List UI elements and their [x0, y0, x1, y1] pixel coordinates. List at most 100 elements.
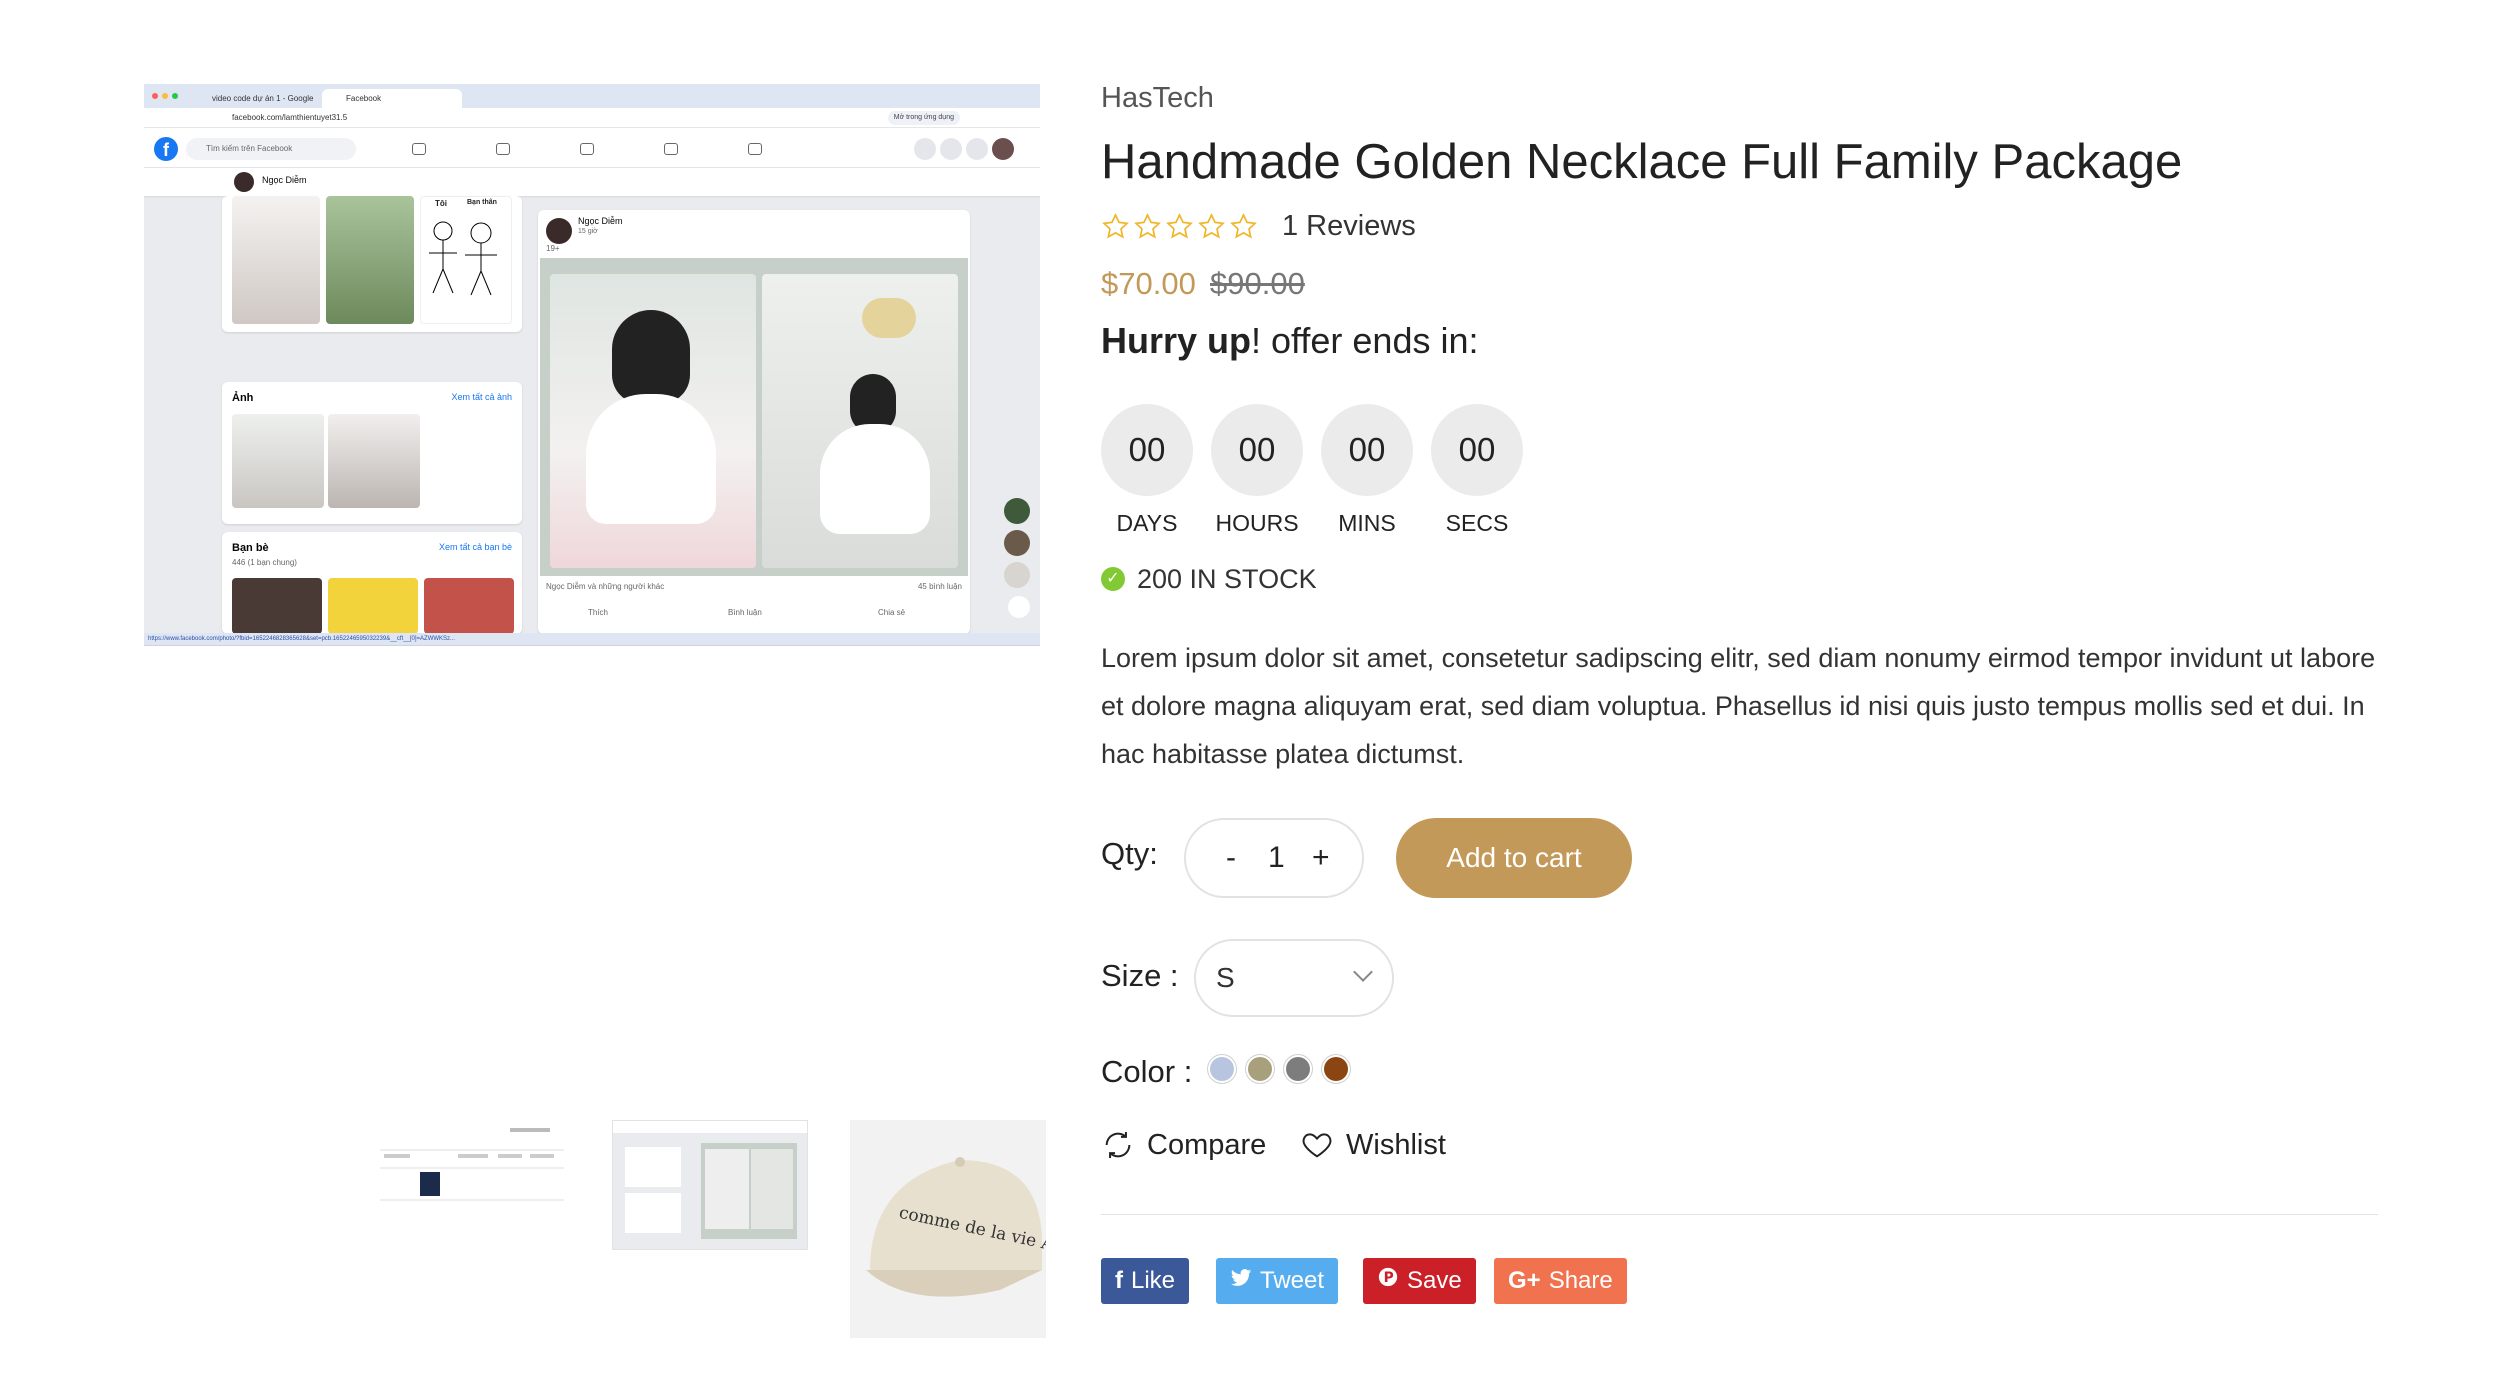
facebook-like-button[interactable]: f Like	[1101, 1258, 1190, 1304]
star-icon	[1134, 212, 1161, 239]
add-to-cart-button[interactable]: Add to cart	[1396, 818, 1632, 898]
friend-photo	[232, 578, 322, 634]
thumbnail-facebook-image	[613, 1121, 807, 1249]
comment-action: Bình luận	[728, 608, 762, 617]
profile-bar: Ngọc Diễm	[144, 168, 1040, 196]
browser-tab-strip: video code dự án 1 - Google Facebook	[144, 84, 1040, 108]
reviews-link[interactable]: 1 Reviews	[1282, 208, 1416, 244]
photo-thumb	[328, 414, 420, 508]
video-icon	[496, 143, 510, 155]
like-action: Thích	[588, 608, 609, 617]
quantity-stepper: - 1 +	[1184, 818, 1364, 898]
google-plus-icon: G+	[1508, 1267, 1541, 1294]
close-dot-icon	[152, 93, 158, 99]
featured-photo	[326, 196, 414, 324]
google-plus-share-button[interactable]: G+ Share	[1494, 1258, 1627, 1304]
sale-price: $70.00	[1101, 266, 1196, 301]
countdown-secs: 00 SECS	[1431, 404, 1523, 537]
tweet-label: Tweet	[1260, 1267, 1325, 1294]
post-photo	[550, 274, 756, 568]
wishlist-button[interactable]: Wishlist	[1300, 1128, 1446, 1162]
like-label: Like	[1131, 1267, 1176, 1294]
friends-title: Bạn bè	[232, 542, 269, 554]
friend-photo	[424, 578, 514, 634]
post-time: 15 giờ	[578, 228, 598, 235]
qty-increase-button[interactable]: +	[1312, 820, 1330, 896]
product-description: Lorem ipsum dolor sit amet, consetetur s…	[1101, 643, 2376, 769]
compare-label: Compare	[1147, 1128, 1267, 1161]
photos-title: Ảnh	[232, 392, 254, 404]
messenger-icon	[940, 138, 962, 160]
heart-icon	[1302, 1133, 1332, 1158]
thumbnail-3[interactable]: comme de la vie ADLV	[850, 1120, 1046, 1338]
facebook-icon: f	[1115, 1267, 1123, 1294]
chevron-down-icon	[1353, 962, 1373, 982]
pinterest-save-button[interactable]: P Save	[1363, 1258, 1476, 1304]
product-title: Handmade Golden Necklace Full Family Pac…	[1101, 135, 2183, 189]
countdown-mins-value: 00	[1321, 404, 1413, 496]
thumbnail-2[interactable]	[612, 1120, 808, 1250]
compare-button[interactable]: Compare	[1101, 1128, 1266, 1162]
save-label: Save	[1407, 1267, 1462, 1294]
countdown-hours-value: 00	[1211, 404, 1303, 496]
countdown-mins-label: MINS	[1338, 510, 1396, 536]
browser-tab-active: Facebook	[322, 89, 462, 108]
status-url: https://www.facebook.com/photo/?fbid=165…	[144, 633, 1040, 645]
menu-icon	[914, 138, 936, 160]
facebook-logo-icon: f	[154, 137, 178, 161]
brand-name[interactable]: HasTech	[1101, 82, 1214, 115]
twitter-tweet-button[interactable]: Tweet	[1216, 1258, 1339, 1304]
browser-tab: video code dự án 1 - Google	[212, 94, 314, 103]
see-all-photos-link: Xem tất cả ảnh	[451, 392, 512, 402]
offer-heading: Hurry up! offer ends in:	[1101, 320, 1479, 362]
star-icon	[1198, 212, 1225, 239]
see-all-friends-link: Xem tất cả bạn bè	[438, 542, 512, 552]
qty-input[interactable]: 1	[1268, 820, 1285, 896]
refresh-icon	[1105, 1131, 1131, 1159]
comments-count: 45 bình luận	[917, 582, 962, 591]
color-swatch-brown[interactable]	[1324, 1057, 1348, 1081]
featured-photo	[232, 196, 320, 324]
countdown-secs-value: 00	[1431, 404, 1523, 496]
facebook-search: Tìm kiếm trên Facebook	[186, 138, 356, 160]
post-author: Ngọc Diễm	[578, 216, 623, 226]
maximize-dot-icon	[172, 93, 178, 99]
reactions-text: Ngọc Diễm và những người khác	[546, 582, 665, 591]
rating-stars	[1101, 208, 1258, 244]
countdown-days-value: 00	[1101, 404, 1193, 496]
main-product-image[interactable]: video code dự án 1 - Google Facebook fac…	[144, 84, 1040, 646]
size-selected-value: S	[1216, 962, 1235, 993]
profile-avatar	[234, 172, 254, 192]
home-icon	[412, 143, 426, 155]
contact-avatar	[1004, 498, 1030, 524]
size-select[interactable]: S	[1194, 939, 1394, 1017]
friends-card: Bạn bè Xem tất cả bạn bè 446 (1 bạn chun…	[222, 532, 522, 634]
color-label: Color :	[1101, 1054, 1193, 1089]
post-photo	[762, 274, 958, 568]
color-swatch-light-blue[interactable]	[1210, 1057, 1234, 1081]
check-circle-icon: ✓	[1101, 567, 1125, 591]
cap-image: comme de la vie ADLV	[850, 1120, 1046, 1338]
qty-label: Qty:	[1101, 836, 1158, 871]
post-meta: 19+	[546, 244, 560, 253]
sticker-label: Bạn thân	[467, 199, 497, 206]
minimize-dot-icon	[162, 93, 168, 99]
countdown-mins: 00 MINS	[1321, 404, 1413, 537]
offer-ends-text: ! offer ends in:	[1251, 320, 1479, 361]
photos-card: Ảnh Xem tất cả ảnh	[222, 382, 522, 524]
qty-decrease-button[interactable]: -	[1226, 820, 1236, 896]
color-swatch-khaki[interactable]	[1248, 1057, 1272, 1081]
post-image-area	[540, 258, 968, 576]
countdown-secs-label: SECS	[1445, 510, 1509, 536]
profile-name: Ngọc Diễm	[262, 175, 307, 185]
friend-photo	[328, 578, 418, 634]
color-swatch-gray[interactable]	[1286, 1057, 1310, 1081]
sticker-label: Tôi	[435, 199, 447, 208]
pinterest-icon: P	[1377, 1258, 1399, 1304]
thumbnail-1[interactable]	[374, 1120, 570, 1250]
svg-text:P: P	[1384, 1270, 1394, 1286]
post-card: Ngọc Diễm 15 giờ 19+ Ngọc Diễm và những …	[538, 210, 970, 634]
countdown-days: 00 DAYS	[1101, 404, 1193, 537]
photo-flowers	[862, 298, 916, 338]
gaming-icon	[748, 143, 762, 155]
